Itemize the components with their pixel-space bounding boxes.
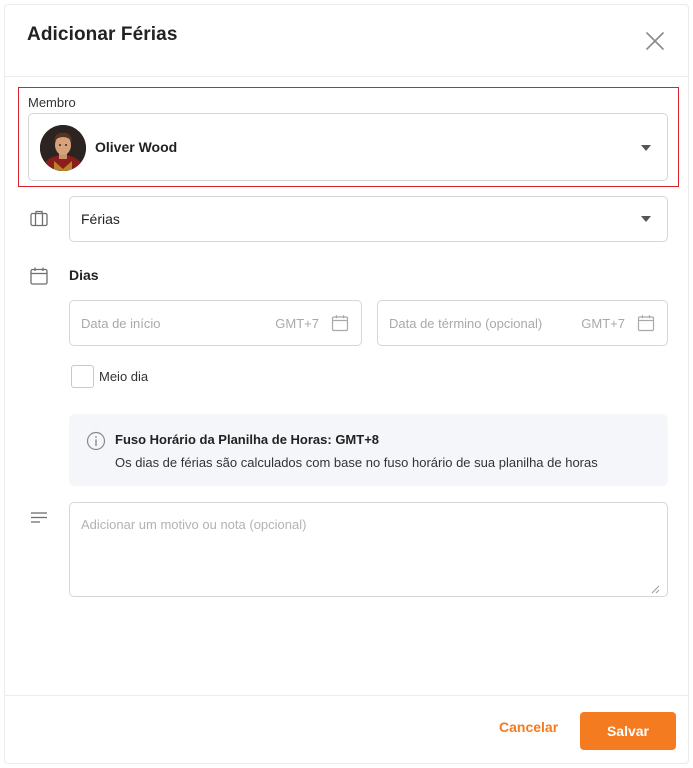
cancel-button[interactable]: Cancelar: [499, 719, 558, 735]
dialog-title: Adicionar Férias: [27, 24, 178, 45]
end-date-placeholder: Data de término (opcional): [389, 316, 543, 331]
info-text: Os dias de férias são calculados com bas…: [115, 455, 598, 470]
half-day-label[interactable]: Meio dia: [99, 369, 148, 384]
member-label: Membro: [28, 95, 76, 110]
briefcase-icon: [30, 210, 48, 227]
add-vacation-dialog: Adicionar Férias Membro Oliver Wood Féri…: [4, 4, 689, 764]
member-select[interactable]: Oliver Wood: [28, 113, 668, 181]
start-date-field[interactable]: Data de início GMT+7: [69, 300, 362, 346]
leave-type-value: Férias: [81, 211, 120, 227]
save-button[interactable]: Salvar: [580, 712, 676, 750]
end-date-timezone: GMT+7: [581, 316, 625, 331]
dialog-header: Adicionar Férias: [5, 5, 688, 77]
dialog-footer: Cancelar Salvar: [5, 695, 688, 765]
member-section: Membro Oliver Wood: [18, 87, 679, 187]
notes-lines-icon: [31, 512, 47, 523]
note-textarea[interactable]: [69, 502, 668, 597]
close-button[interactable]: [644, 30, 666, 52]
start-date-timezone: GMT+7: [275, 316, 319, 331]
timezone-info-box: Fuso Horário da Planilha de Horas: GMT+8…: [69, 414, 668, 486]
start-date-placeholder: Data de início: [81, 316, 161, 331]
end-date-field[interactable]: Data de término (opcional) GMT+7: [377, 300, 668, 346]
half-day-checkbox[interactable]: [71, 365, 94, 388]
calendar-icon[interactable]: [637, 314, 655, 332]
member-name: Oliver Wood: [95, 139, 178, 155]
calendar-icon[interactable]: [331, 314, 349, 332]
leave-type-select[interactable]: Férias: [69, 196, 668, 242]
info-title: Fuso Horário da Planilha de Horas: GMT+8: [115, 432, 380, 447]
chevron-down-icon: [641, 216, 651, 222]
calendar-icon: [30, 267, 48, 285]
close-icon: [646, 32, 664, 50]
resize-grip-icon[interactable]: [651, 585, 660, 594]
info-icon: [86, 431, 106, 451]
days-label: Dias: [69, 267, 99, 283]
avatar: [40, 125, 86, 171]
chevron-down-icon: [641, 145, 651, 151]
